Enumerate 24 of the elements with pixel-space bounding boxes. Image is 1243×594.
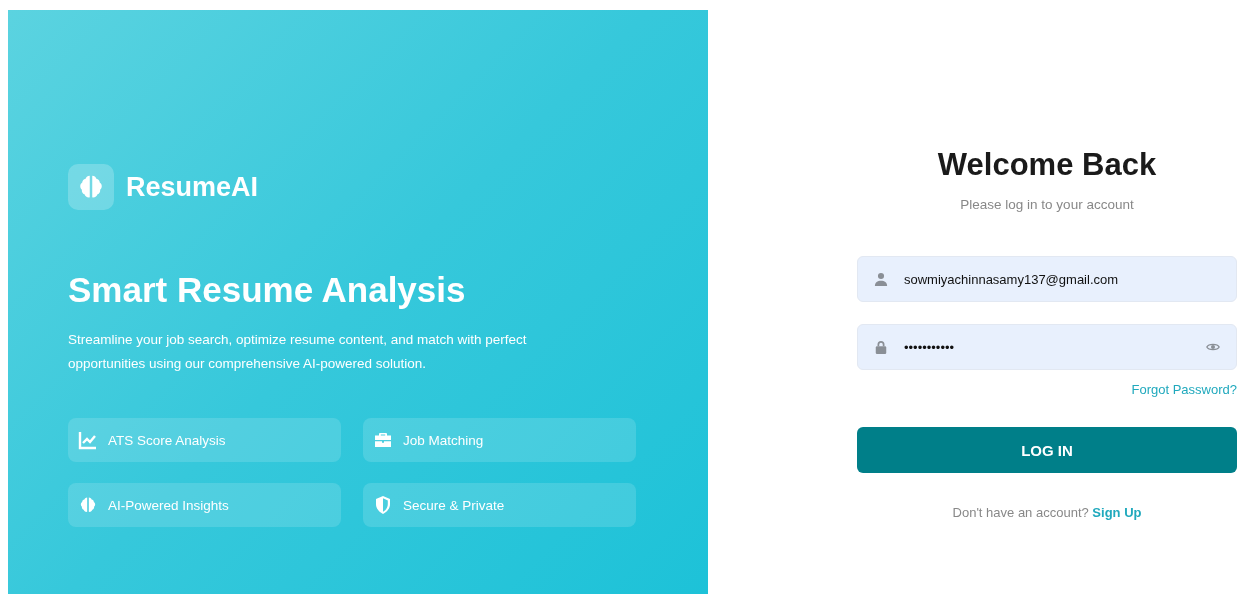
field-value: sowmiyachinnasamy137@gmail.com bbox=[904, 271, 1120, 287]
shield-icon bbox=[373, 495, 393, 515]
lock-icon bbox=[874, 340, 888, 354]
login-subtitle: Please log in to your account bbox=[959, 197, 1135, 212]
login-title: Welcome Back bbox=[936, 146, 1158, 184]
hero-title: Smart Resume Analysis bbox=[68, 269, 467, 311]
signup-prompt: Don't have an account? bbox=[952, 505, 1089, 520]
feature-label: ATS Score Analysis bbox=[108, 432, 226, 448]
email-field[interactable]: sowmiyachinnasamy137@gmail.com bbox=[857, 256, 1237, 302]
feature-label: Job Matching bbox=[403, 432, 484, 448]
password-field[interactable]: ••••••••••• bbox=[857, 324, 1237, 370]
hero-description: Streamline your job search, optimize resume content, and match with perfect opportunities using our comprehensive AI-powered solution. bbox=[68, 331, 528, 373]
briefcase-icon bbox=[373, 430, 393, 450]
line-chart-icon bbox=[78, 430, 98, 450]
feature-label: Secure & Private bbox=[403, 497, 505, 513]
signup-link[interactable]: Sign Up bbox=[1092, 505, 1142, 520]
field-value: ••••••••••• bbox=[904, 339, 956, 355]
brain-icon bbox=[78, 495, 98, 515]
brain-logo-icon bbox=[68, 164, 114, 210]
forgot-password-link[interactable]: Forgot Password? bbox=[1131, 382, 1237, 397]
brand-name: ResumeAI bbox=[126, 171, 259, 203]
login-button[interactable]: LOG IN bbox=[857, 427, 1237, 473]
user-icon bbox=[874, 272, 888, 286]
feature-label: AI-Powered Insights bbox=[108, 497, 229, 513]
